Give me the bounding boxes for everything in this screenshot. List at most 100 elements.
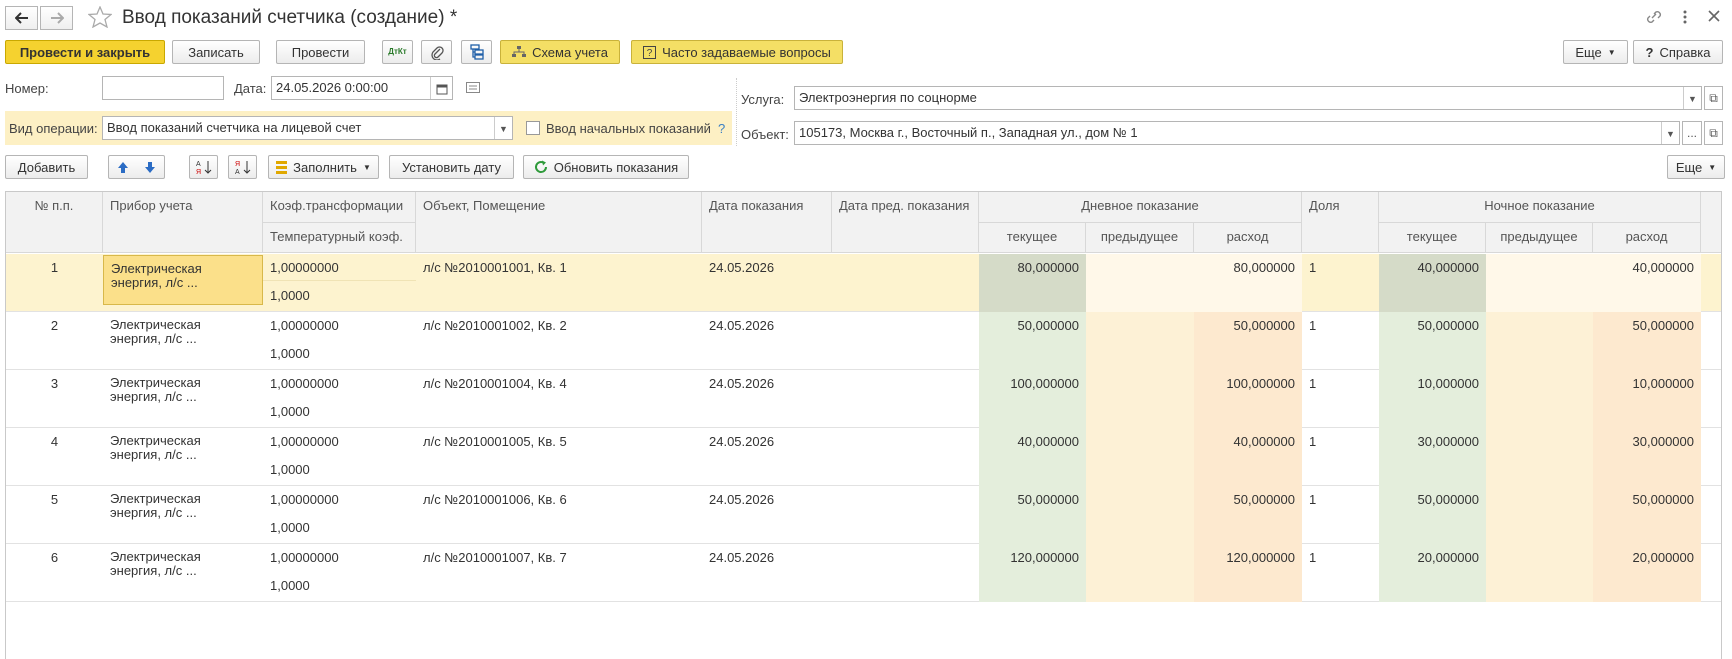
cell-night-prev[interactable] — [1486, 428, 1593, 486]
cell-device[interactable]: Электрическая энергия, л/с ... — [103, 486, 263, 544]
faq-button[interactable]: ? Часто задаваемые вопросы — [631, 40, 843, 64]
cell-night-usage[interactable]: 50,000000 — [1593, 312, 1701, 370]
col-header-object[interactable]: Объект, Помещение — [416, 192, 702, 253]
cell-num[interactable]: 2 — [6, 312, 103, 370]
col-header-date[interactable]: Дата показания — [702, 192, 832, 253]
cell-night-prev[interactable] — [1486, 370, 1593, 428]
save-button[interactable]: Записать — [172, 40, 260, 64]
col-header-koef[interactable]: Коэф.трансформации — [263, 192, 416, 223]
cell-night-current[interactable]: 50,000000 — [1379, 312, 1486, 370]
cell-night-prev[interactable] — [1486, 254, 1593, 312]
cell-day-usage[interactable]: 50,000000 — [1194, 486, 1302, 544]
cell-day-current[interactable]: 40,000000 — [979, 428, 1086, 486]
cell-date[interactable]: 24.05.2026 — [702, 486, 832, 544]
cell-day-prev[interactable] — [1086, 254, 1194, 312]
add-row-button[interactable]: Добавить — [5, 155, 88, 179]
cell-share[interactable]: 1 — [1302, 486, 1379, 544]
col-header-day-usage[interactable]: расход — [1194, 223, 1302, 253]
cell-night-prev[interactable] — [1486, 486, 1593, 544]
cell-day-usage[interactable]: 100,000000 — [1194, 370, 1302, 428]
cell-day-prev[interactable] — [1086, 428, 1194, 486]
table-row[interactable]: 4 Электрическая энергия, л/с ... 1,00000000… — [6, 428, 1721, 486]
cell-prev-date[interactable] — [832, 486, 979, 544]
cell-day-usage[interactable]: 80,000000 — [1194, 254, 1302, 312]
table-more-button[interactable]: Еще ▼ — [1667, 155, 1725, 179]
sort-desc-button[interactable]: ЯА — [228, 155, 257, 179]
set-date-button[interactable]: Установить дату — [389, 155, 514, 179]
cell-device[interactable]: Электрическая энергия, л/с ... — [103, 370, 263, 428]
cell-night-current[interactable]: 40,000000 — [1379, 254, 1486, 312]
col-header-prev-date[interactable]: Дата пред. показания — [832, 192, 979, 253]
cell-night-usage[interactable]: 50,000000 — [1593, 486, 1701, 544]
cell-koef[interactable]: 1,00000000 1,0000 — [263, 370, 416, 428]
cell-day-current[interactable]: 50,000000 — [979, 312, 1086, 370]
cell-night-usage[interactable]: 10,000000 — [1593, 370, 1701, 428]
cell-date[interactable]: 24.05.2026 — [702, 312, 832, 370]
col-header-share[interactable]: Доля — [1302, 192, 1379, 253]
post-and-close-button[interactable]: Провести и закрыть — [5, 40, 165, 64]
table-row[interactable]: 1 Электрическая энергия, л/с ... 1,00000000… — [6, 254, 1721, 312]
col-header-night-prev[interactable]: предыдущее — [1486, 223, 1593, 253]
cell-day-current[interactable]: 50,000000 — [979, 486, 1086, 544]
cell-koef[interactable]: 1,00000000 1,0000 — [263, 312, 416, 370]
cell-date[interactable]: 24.05.2026 — [702, 370, 832, 428]
back-button[interactable] — [5, 6, 38, 30]
cell-prev-date[interactable] — [832, 254, 979, 312]
help-button[interactable]: ? Справка — [1633, 40, 1723, 64]
cell-object[interactable]: л/с №2010001005, Кв. 5 — [416, 428, 702, 486]
cell-date[interactable]: 24.05.2026 — [702, 544, 832, 602]
cell-koef[interactable]: 1,00000000 1,0000 — [263, 486, 416, 544]
cell-share[interactable]: 1 — [1302, 544, 1379, 602]
arrow-up-icon[interactable] — [117, 161, 129, 174]
refresh-readings-button[interactable]: Обновить показания — [523, 155, 689, 179]
more-vert-icon[interactable] — [1682, 9, 1688, 25]
forward-button[interactable] — [40, 6, 73, 30]
table-row[interactable]: 2 Электрическая энергия, л/с ... 1,00000000… — [6, 312, 1721, 370]
cell-share[interactable]: 1 — [1302, 254, 1379, 312]
cell-num[interactable]: 6 — [6, 544, 103, 602]
date-field[interactable]: 24.05.2026 0:00:00 — [271, 76, 453, 100]
col-header-day-current[interactable]: текущее — [979, 223, 1086, 253]
operation-dropdown-button[interactable]: ▼ — [494, 117, 512, 139]
cell-object[interactable]: л/с №2010001002, Кв. 2 — [416, 312, 702, 370]
cell-night-usage[interactable]: 40,000000 — [1593, 254, 1701, 312]
col-header-day-prev[interactable]: предыдущее — [1086, 223, 1194, 253]
cell-date[interactable]: 24.05.2026 — [702, 428, 832, 486]
cell-prev-date[interactable] — [832, 370, 979, 428]
comment-icon[interactable] — [466, 82, 480, 93]
cell-prev-date[interactable] — [832, 312, 979, 370]
cell-object[interactable]: л/с №2010001007, Кв. 7 — [416, 544, 702, 602]
number-field[interactable] — [102, 76, 224, 100]
initial-readings-help-icon[interactable]: ? — [718, 121, 725, 136]
cell-device[interactable]: Электрическая энергия, л/с ... — [103, 255, 263, 305]
cell-prev-date[interactable] — [832, 544, 979, 602]
sort-asc-button[interactable]: АЯ — [189, 155, 218, 179]
table-row[interactable]: 6 Электрическая энергия, л/с ... 1,00000000… — [6, 544, 1721, 602]
readings-table[interactable]: № п.п. Прибор учета Коэф.трансформации Т… — [5, 191, 1722, 659]
cell-night-prev[interactable] — [1486, 312, 1593, 370]
cell-device[interactable]: Электрическая энергия, л/с ... — [103, 544, 263, 602]
cell-night-usage[interactable]: 30,000000 — [1593, 428, 1701, 486]
cell-share[interactable]: 1 — [1302, 312, 1379, 370]
cell-koef[interactable]: 1,00000000 1,0000 — [263, 254, 416, 312]
cell-night-usage[interactable]: 20,000000 — [1593, 544, 1701, 602]
cell-date[interactable]: 24.05.2026 — [702, 254, 832, 312]
col-header-night-usage[interactable]: расход — [1593, 223, 1701, 253]
cell-num[interactable]: 1 — [6, 254, 103, 312]
cell-day-current[interactable]: 80,000000 — [979, 254, 1086, 312]
service-select[interactable]: Электроэнергия по соцнорме ▼ — [794, 86, 1702, 110]
col-header-num[interactable]: № п.п. — [6, 192, 103, 253]
cell-day-prev[interactable] — [1086, 544, 1194, 602]
cell-night-current[interactable]: 10,000000 — [1379, 370, 1486, 428]
cell-share[interactable]: 1 — [1302, 428, 1379, 486]
post-button[interactable]: Провести — [276, 40, 365, 64]
cell-object[interactable]: л/с №2010001006, Кв. 6 — [416, 486, 702, 544]
dtkt-button[interactable]: ДтКт — [382, 40, 413, 64]
cell-num[interactable]: 3 — [6, 370, 103, 428]
cell-day-prev[interactable] — [1086, 486, 1194, 544]
operation-select[interactable]: Ввод показаний счетчика на лицевой счет … — [102, 116, 513, 140]
favorite-star-icon[interactable] — [88, 6, 112, 28]
object-select-button[interactable]: ... — [1682, 121, 1702, 145]
cell-day-usage[interactable]: 50,000000 — [1194, 312, 1302, 370]
table-row[interactable]: 5 Электрическая энергия, л/с ... 1,00000000… — [6, 486, 1721, 544]
